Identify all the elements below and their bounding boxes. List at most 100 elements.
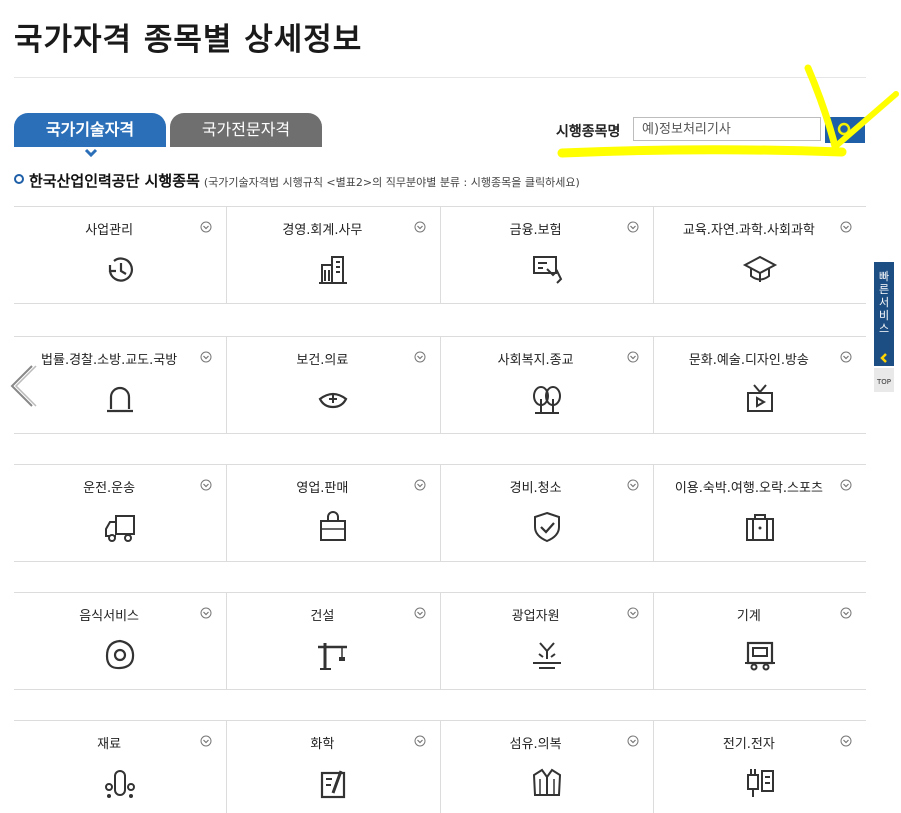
category-business-accounting[interactable]: 경영.회계.사무 [227,207,441,303]
chevron-down-icon [627,607,639,619]
category-name: 영업.판매 [296,481,349,496]
chevron-down-icon [840,221,852,233]
siren-icon [107,386,134,413]
suitcase-icon [745,514,774,541]
truck-icon [105,515,136,542]
chevron-left-icon [880,353,887,363]
category-law-police-defense[interactable]: 법률.경찰.소방.교도.국방 [14,337,228,433]
section-subtitle: (국가기술자격법 시행규칙 <별표2>의 직무분야별 분류 : 시행종목을 클릭… [203,176,580,189]
page-title: 국가자격 종목별 상세정보 [14,22,363,58]
category-row-5: 재료 화학 섬유.의복 전기.전자 [14,720,866,813]
category-education-science[interactable]: 교육.자연.과학.사회과학 [654,207,866,303]
category-row-2: 법률.경찰.소방.교도.국방 보건.의료 사회복지.종교 문화.예술.디자인.방… [14,336,866,434]
search-button[interactable] [825,117,865,143]
chevron-down-icon [627,351,639,363]
chevron-down-icon [414,221,425,233]
chevron-down-icon [200,607,212,619]
category-electrical-electronics[interactable]: 전기.전자 [654,721,866,813]
graduation-cap-icon [742,255,777,282]
plug-icon [746,769,774,797]
fried-egg-icon [106,639,135,670]
category-name: 음식서비스 [79,609,140,624]
category-project-management[interactable]: 사업관리 [14,207,228,303]
category-row-4: 음식서비스 건설 광업자원 기계 [14,592,866,690]
quick-service-toggle[interactable] [874,350,894,366]
section-title: 한국산업인력공단 시행종목 (국가기술자격법 시행규칙 <별표2>의 직무분야별 … [14,170,580,191]
chevron-down-icon [627,221,639,233]
category-name: 경비.청소 [509,481,562,496]
chevron-down-icon [840,607,852,619]
category-name: 화학 [310,737,335,752]
chevron-down-icon [840,735,852,747]
category-sales[interactable]: 영업.판매 [227,465,441,561]
beaker-board-icon [321,770,346,799]
top-label: TOP [876,378,891,386]
category-row-1: 사업관리 경영.회계.사무 금융.보험 교육.자연.과학.사회과학 [14,206,866,304]
chevron-down-icon [200,351,212,363]
tv-icon [746,384,773,412]
nurse-cap-icon [318,392,348,409]
chevron-down-icon [414,351,425,363]
chevron-down-icon [414,607,425,619]
category-machinery[interactable]: 기계 [654,593,866,689]
category-name: 경영.회계.사무 [282,223,363,238]
top-button[interactable]: TOP [874,368,894,392]
category-construction[interactable]: 건설 [227,593,441,689]
bullet-icon [14,174,24,184]
category-name: 전기.전자 [722,737,775,752]
search-icon [837,122,853,138]
category-name: 건설 [310,609,335,624]
category-chemistry[interactable]: 화학 [227,721,441,813]
quick-service-label: 빠른서비스 [878,270,890,335]
trees-icon [532,386,561,414]
category-welfare-religion[interactable]: 사회복지.종교 [441,337,654,433]
machine-icon [744,641,775,671]
chevron-down-icon [200,479,212,491]
category-name: 운전.운송 [83,481,136,496]
chevron-down-icon [840,479,852,491]
category-food-service[interactable]: 음식서비스 [14,593,228,689]
category-row-3: 운전.운송 영업.판매 경비.청소 이용.숙박.여행.오락.스포츠 [14,464,866,562]
category-name: 법률.경찰.소방.교도.국방 [41,353,178,368]
chevron-down-icon [84,148,98,158]
category-name: 이용.숙박.여행.오락.스포츠 [674,481,823,496]
category-name: 교육.자연.과학.사회과학 [682,223,815,238]
shopping-bag-icon [320,511,347,541]
tab-national-professional[interactable]: 국가전문자격 [170,113,322,147]
category-culture-art-design[interactable]: 문화.예술.디자인.방송 [654,337,866,433]
chevron-down-icon [414,479,425,491]
chevron-down-icon [200,735,212,747]
chevron-down-icon [840,351,852,363]
category-name: 섬유.의복 [509,737,562,752]
card-hand-icon [532,256,562,284]
category-finance-insurance[interactable]: 금융.보험 [441,207,654,303]
chevron-down-icon [627,735,639,747]
section-title-text: 한국산업인력공단 시행종목 [29,172,200,190]
category-name: 기계 [736,609,761,624]
category-security-cleaning[interactable]: 경비.청소 [441,465,654,561]
crane-icon [318,643,348,670]
search-input[interactable] [633,117,821,141]
category-name: 광업자원 [511,609,560,624]
chevron-left-icon[interactable] [8,364,38,408]
category-health-medical[interactable]: 보건.의료 [227,337,441,433]
jacket-icon [532,768,561,796]
shield-check-icon [533,511,560,543]
molecule-icon [105,770,136,798]
chevron-down-icon [200,221,212,233]
clock-rotate-icon [109,257,134,282]
category-mining-resources[interactable]: 광업자원 [441,593,654,689]
title-divider [14,77,866,78]
chevron-down-icon [627,479,639,491]
mining-icon [532,642,561,669]
category-materials[interactable]: 재료 [14,721,228,813]
category-name: 재료 [97,737,122,752]
chevron-down-icon [414,735,425,747]
category-driving-transport[interactable]: 운전.운송 [14,465,228,561]
tab-national-technical[interactable]: 국가기술자격 [14,113,166,147]
category-hospitality-sports[interactable]: 이용.숙박.여행.오락.스포츠 [654,465,866,561]
category-name: 사회복지.종교 [497,353,574,368]
building-icon [319,256,348,284]
category-name: 사업관리 [85,223,134,238]
category-textile-clothing[interactable]: 섬유.의복 [441,721,654,813]
